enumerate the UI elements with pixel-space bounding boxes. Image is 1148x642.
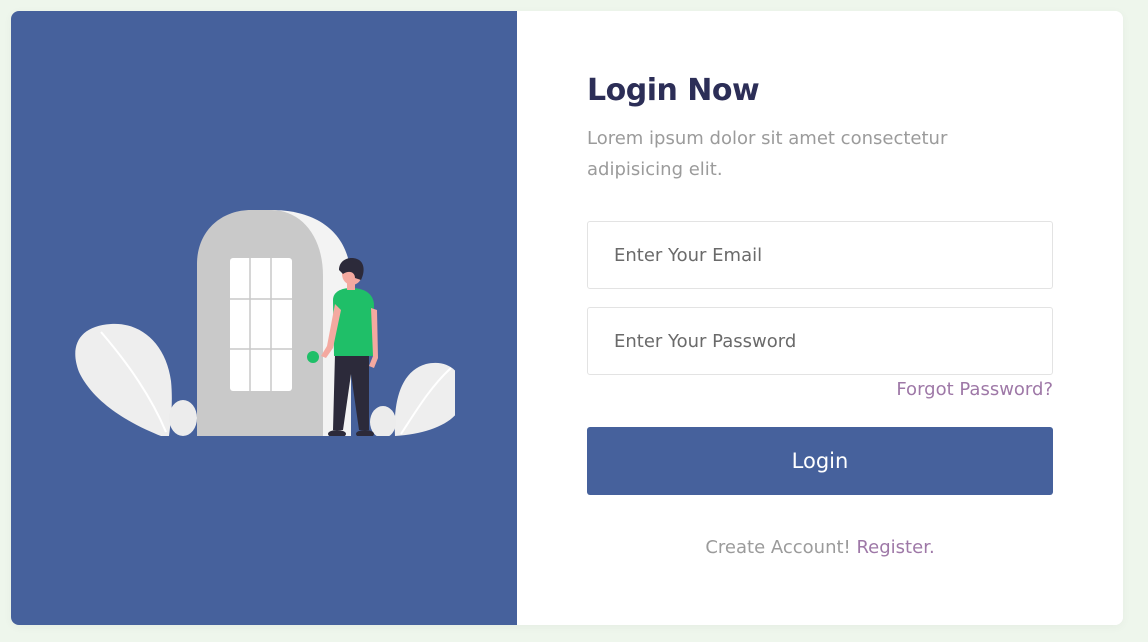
right-bush [370, 406, 396, 436]
login-button[interactable]: Login [587, 427, 1053, 495]
page-subtitle: Lorem ipsum dolor sit amet consectetur a… [587, 128, 948, 180]
email-field[interactable] [587, 221, 1053, 289]
create-account-line: Create Account! Register. [587, 537, 1053, 558]
login-form-panel: Login Now Lorem ipsum dolor sit amet con… [517, 11, 1123, 625]
password-field[interactable] [587, 307, 1053, 375]
forgot-password-link[interactable]: Forgot Password? [896, 379, 1053, 400]
login-card: Login Now Lorem ipsum dolor sit amet con… [11, 11, 1123, 625]
door-knob [307, 351, 319, 363]
page-title: Login Now [587, 73, 760, 108]
register-link[interactable]: Register. [856, 537, 934, 558]
create-account-text: Create Account! [705, 537, 857, 558]
illustration-panel [11, 11, 517, 625]
left-leaf [75, 323, 172, 436]
door-window [230, 258, 292, 391]
left-bush [169, 400, 197, 436]
person-at-door-illustration [75, 210, 455, 436]
